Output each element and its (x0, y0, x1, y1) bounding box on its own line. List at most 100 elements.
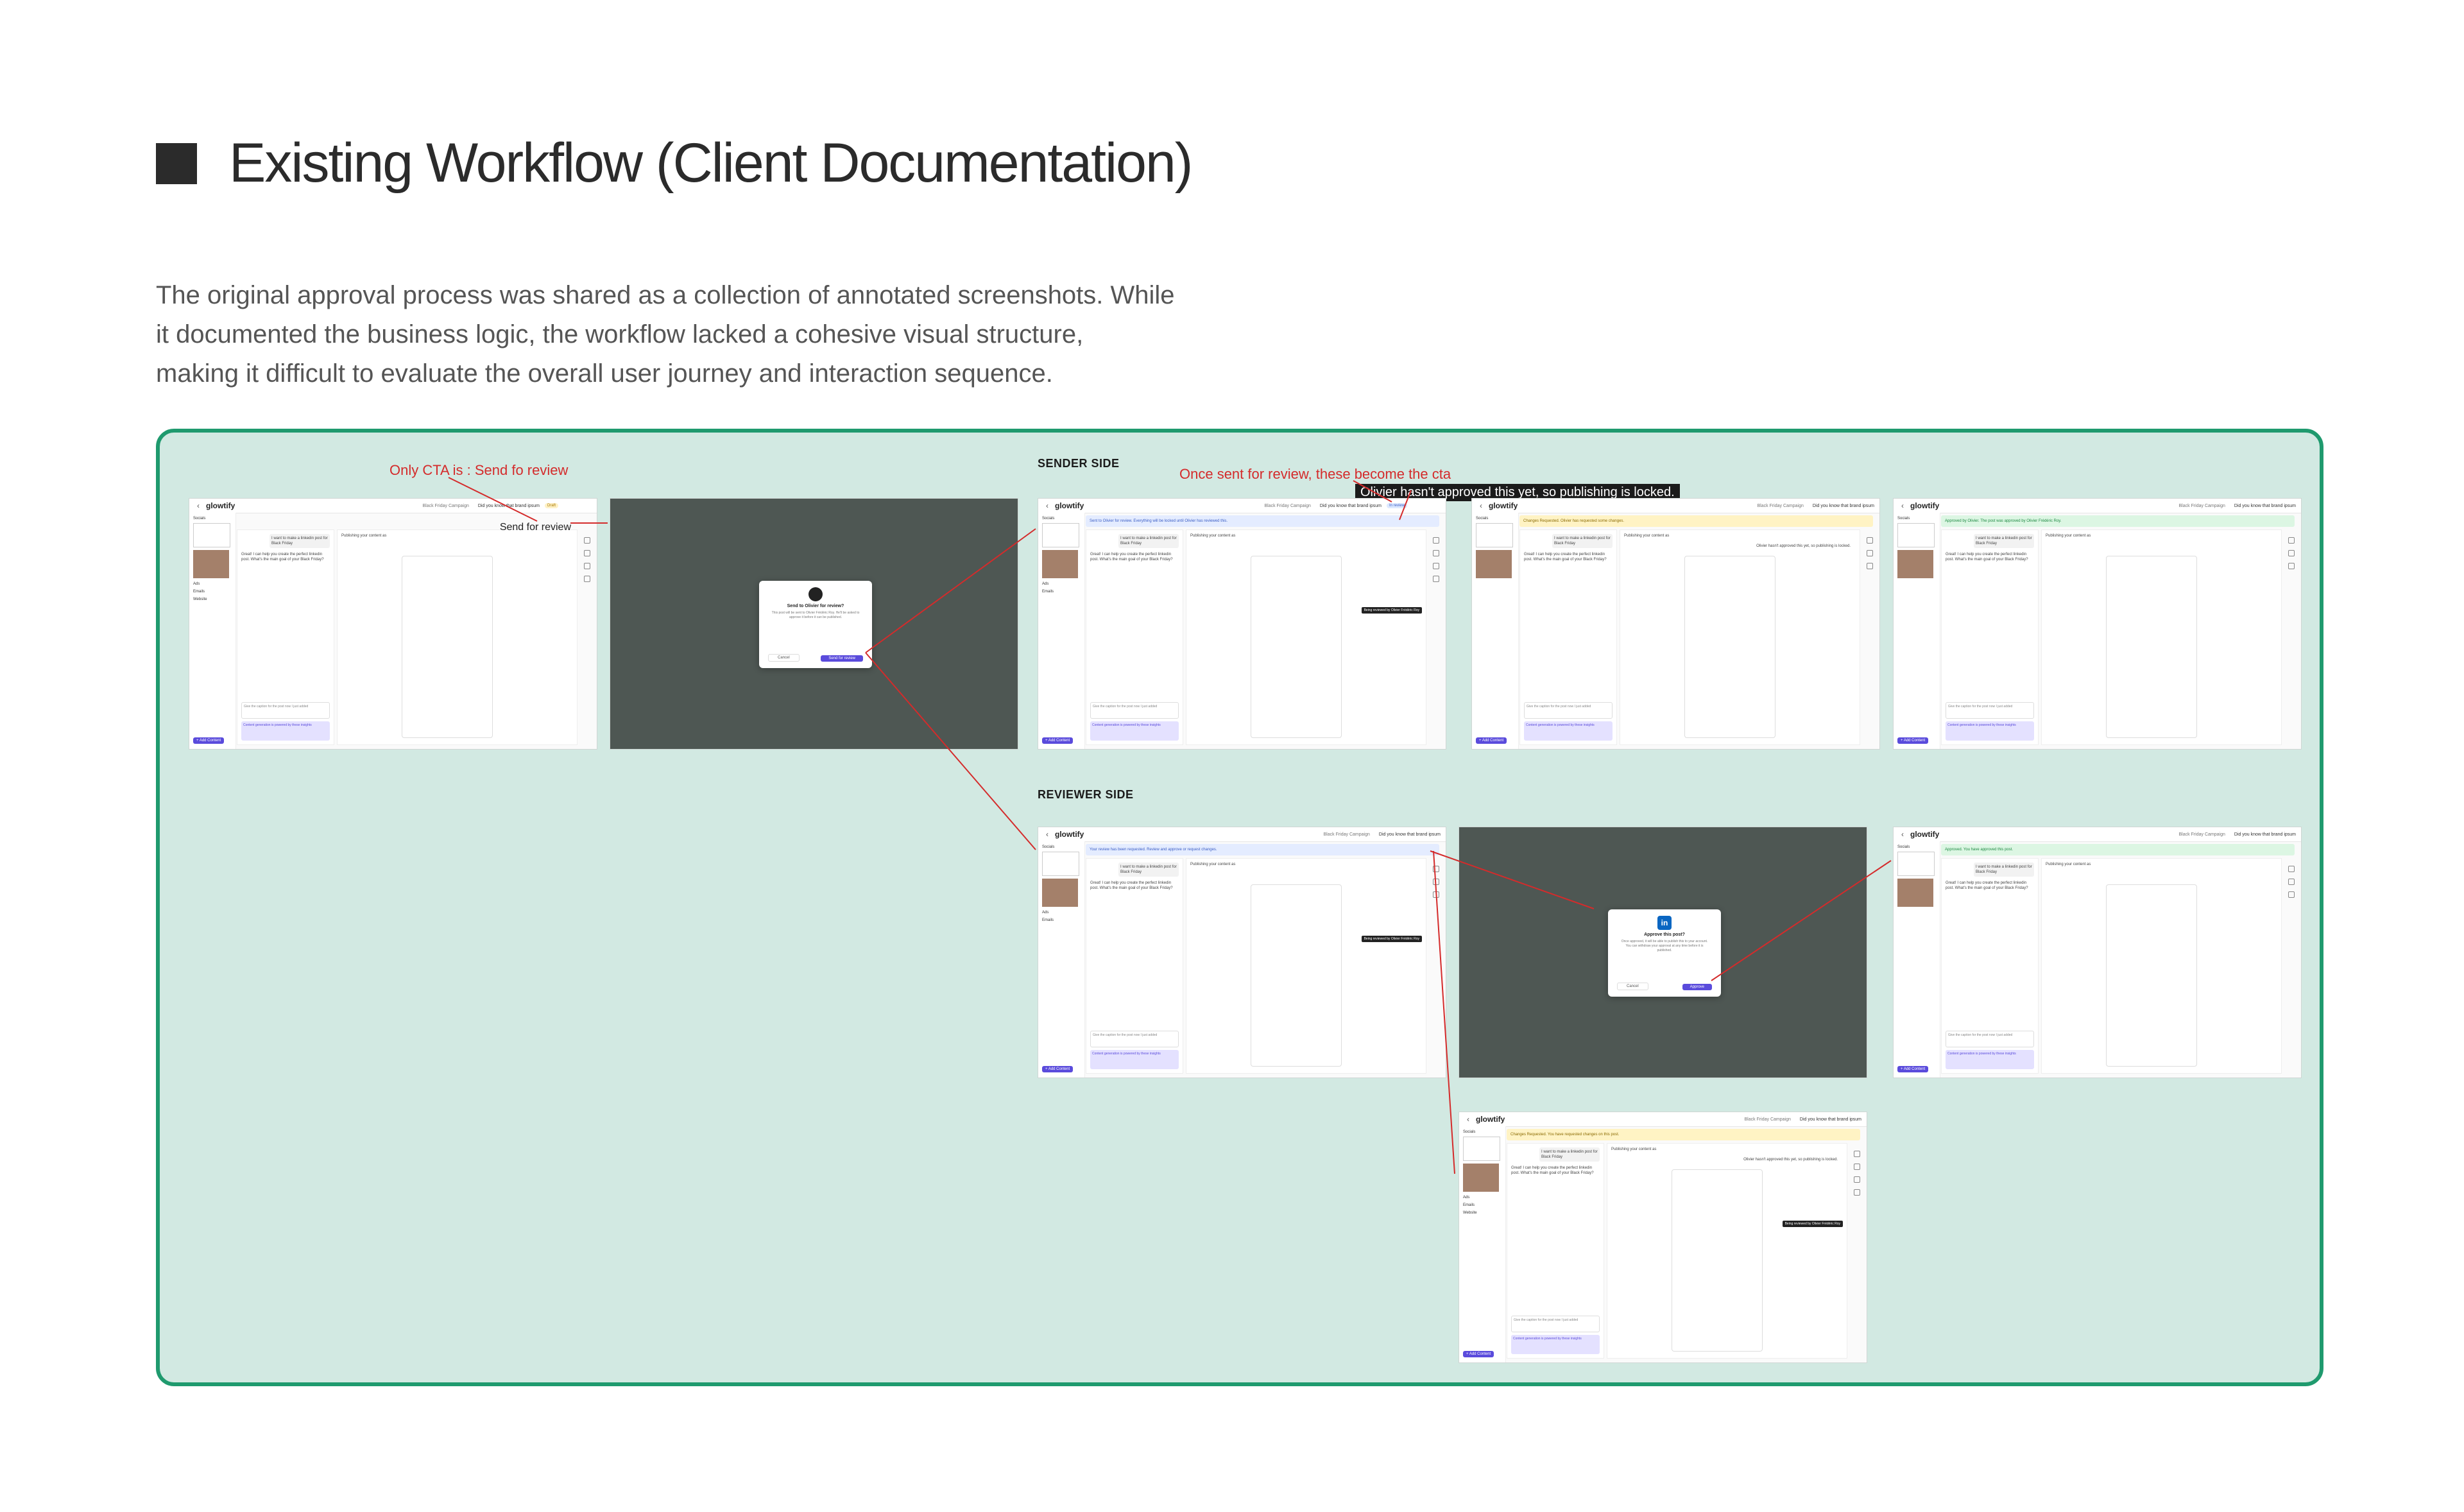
app-logo: glowtify (206, 501, 235, 510)
tool-icon[interactable] (584, 537, 590, 544)
sidebar-socials[interactable]: Socials (1476, 517, 1518, 520)
chat-input[interactable]: Give the caption for the post now I just… (241, 702, 330, 719)
post-thumbnail[interactable] (1476, 523, 1513, 547)
cancel-button[interactable]: Cancel (1617, 983, 1648, 990)
tool-icon[interactable] (2288, 866, 2295, 872)
sidebar-emails[interactable]: Emails (1042, 590, 1084, 594)
post-thumbnail[interactable] (1463, 1137, 1500, 1161)
reviewer-approved-banner: Approved. You have approved this post. (1941, 844, 2295, 855)
post-thumbnail[interactable] (1897, 523, 1935, 547)
add-content-button[interactable]: + Add Content (1463, 1351, 1494, 1357)
tool-icon[interactable] (1867, 550, 1873, 556)
tool-icon[interactable] (1854, 1189, 1860, 1196)
chat-input[interactable]: Give the caption for the post now I just… (1946, 1031, 2034, 1047)
add-content-button[interactable]: + Add Content (1476, 737, 1507, 744)
chat-input[interactable]: Give the caption for the post now I just… (1946, 702, 2034, 719)
app-logo: glowtify (1910, 830, 1940, 839)
post-preview (1251, 884, 1342, 1067)
tool-icon[interactable] (584, 550, 590, 556)
locked-message: Olivier hasn't approved this yet, so pub… (1743, 1158, 1838, 1162)
sidebar-socials[interactable]: Socials (1897, 845, 1940, 849)
sidebar-emails[interactable]: Emails (1463, 1203, 1505, 1207)
back-icon[interactable]: ‹ (1480, 501, 1482, 510)
tool-icon[interactable] (1433, 866, 1439, 872)
screenshot-approve-modal: in Approve this post? Once approved, it … (1459, 827, 1867, 1078)
post-photo[interactable] (1042, 879, 1078, 907)
approve-button[interactable]: Approve (1682, 984, 1712, 990)
post-thumbnail[interactable] (1897, 852, 1935, 876)
post-photo[interactable] (1476, 550, 1512, 578)
sidebar-emails[interactable]: Emails (193, 590, 235, 594)
chat-input[interactable]: Give the caption for the post now I just… (1511, 1316, 1600, 1332)
tool-icon[interactable] (2288, 879, 2295, 885)
sidebar-socials[interactable]: Socials (1897, 517, 1940, 520)
tool-icon[interactable] (1433, 537, 1439, 544)
section-heading: Existing Workflow (Client Documentation) (156, 132, 1193, 195)
post-photo[interactable] (1897, 879, 1933, 907)
sidebar-website[interactable]: Website (193, 597, 235, 601)
post-thumbnail[interactable] (193, 523, 230, 547)
tool-icon[interactable] (2288, 537, 2295, 544)
back-icon[interactable]: ‹ (1467, 1115, 1469, 1124)
tool-icon[interactable] (1867, 537, 1873, 544)
chat-input[interactable]: Give the caption for the post now I just… (1090, 1031, 1179, 1047)
back-icon[interactable]: ‹ (1901, 501, 1904, 510)
send-for-review-button[interactable]: Send for review (500, 522, 571, 533)
sidebar-socials[interactable]: Socials (1042, 845, 1084, 849)
post-photo[interactable] (1042, 550, 1078, 578)
post-thumbnail[interactable] (1042, 852, 1079, 876)
post-thumbnail[interactable] (1042, 523, 1079, 547)
screenshot-sender-approved: ‹ glowtify Black Friday Campaign Did you… (1893, 498, 2302, 750)
sidebar-emails[interactable]: Emails (1042, 918, 1084, 922)
post-title: Did you know that brand ipsum (1319, 503, 1382, 508)
annotation-once-sent: Once sent for review, these become the c… (1179, 466, 1451, 482)
insights-tray: Content generation is powered by these i… (1946, 1050, 2034, 1069)
post-photo[interactable] (1463, 1164, 1499, 1192)
tool-icon[interactable] (1867, 563, 1873, 569)
cancel-button[interactable]: Cancel (768, 654, 800, 662)
modal-body: Once approved, it will be able to publis… (1621, 940, 1708, 952)
add-content-button[interactable]: + Add Content (1042, 1066, 1074, 1072)
sidebar-website[interactable]: Website (1463, 1211, 1505, 1215)
add-content-button[interactable]: + Add Content (1042, 737, 1074, 744)
sidebar-ads[interactable]: Ads (193, 582, 235, 586)
back-icon[interactable]: ‹ (1901, 830, 1904, 839)
add-content-button[interactable]: + Add Content (193, 737, 225, 744)
sidebar-ads[interactable]: Ads (1042, 582, 1084, 586)
post-photo[interactable] (1897, 550, 1933, 578)
tool-icon[interactable] (2288, 563, 2295, 569)
back-icon[interactable]: ‹ (1046, 830, 1048, 839)
tool-icon[interactable] (1433, 550, 1439, 556)
sidebar-socials[interactable]: Socials (193, 517, 235, 520)
back-icon[interactable]: ‹ (197, 501, 200, 510)
app-logo: glowtify (1489, 501, 1518, 510)
tool-icon[interactable] (1433, 879, 1439, 885)
tool-icon[interactable] (2288, 550, 2295, 556)
sidebar-ads[interactable]: Ads (1042, 911, 1084, 915)
tool-icon[interactable] (1854, 1176, 1860, 1183)
back-icon[interactable]: ‹ (1046, 501, 1048, 510)
add-content-button[interactable]: + Add Content (1897, 1066, 1929, 1072)
post-photo[interactable] (193, 550, 229, 578)
tool-icon[interactable] (1433, 576, 1439, 582)
chat-input[interactable]: Give the caption for the post now I just… (1090, 702, 1179, 719)
intro-line: The original approval process was shared… (156, 281, 1175, 309)
chat-bot-message: Great! I can help you create the perfect… (1090, 553, 1173, 562)
tool-icon[interactable] (1854, 1151, 1860, 1157)
chat-input[interactable]: Give the caption for the post now I just… (1524, 702, 1613, 719)
post-preview (2106, 884, 2197, 1067)
tool-icon[interactable] (1433, 891, 1439, 898)
tool-icon[interactable] (1433, 563, 1439, 569)
sidebar-socials[interactable]: Socials (1463, 1130, 1505, 1134)
screenshot-sender-in-review: ‹ glowtify Black Friday Campaign Did you… (1038, 498, 1446, 750)
app-logo: glowtify (1476, 1115, 1505, 1124)
sidebar-socials[interactable]: Socials (1042, 517, 1084, 520)
add-content-button[interactable]: + Add Content (1897, 737, 1929, 744)
send-for-review-button[interactable]: Send for review (821, 655, 863, 662)
tool-icon[interactable] (1854, 1164, 1860, 1170)
tool-icon[interactable] (584, 563, 590, 569)
tool-icon[interactable] (584, 576, 590, 582)
tool-icon[interactable] (2288, 891, 2295, 898)
sidebar-ads[interactable]: Ads (1463, 1196, 1505, 1199)
post-title: Did you know that brand ipsum (1812, 503, 1874, 508)
